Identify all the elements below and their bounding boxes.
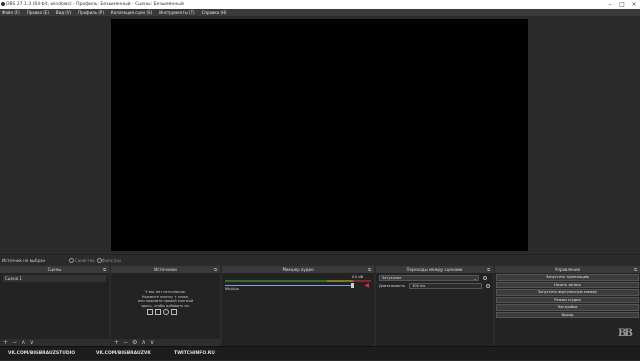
menu-help[interactable]: Справка (H): [202, 9, 227, 16]
undock-icon[interactable]: ⧉: [103, 266, 106, 273]
transitions-dock: Переходы между сценами ⧉ Затухание ⌄ Длите…: [376, 266, 493, 346]
undock-icon[interactable]: ⧉: [487, 266, 490, 273]
sources-title: Источники: [154, 267, 177, 272]
status-link: VK.COM/BIGBRAUZVK: [96, 351, 151, 356]
menu-view[interactable]: Вид (V): [56, 9, 71, 16]
list-item[interactable]: Сцена 1: [3, 275, 106, 282]
volume-meter: [225, 280, 371, 282]
status-bar: VK.COM/BIGBRAUZSTUDIO VK.COM/BIGBRAUZVK …: [0, 346, 640, 360]
down-icon[interactable]: ∨: [150, 339, 154, 346]
source-type-icons: [147, 309, 177, 315]
scenes-footer: + − ∧ ∨: [0, 339, 109, 346]
menu-scene-collection[interactable]: Коллекция сцен (S): [111, 9, 152, 16]
remove-icon[interactable]: −: [123, 339, 128, 346]
sources-footer: + − ⚙ ∧ ∨: [111, 339, 220, 346]
undock-icon[interactable]: ⧉: [634, 266, 637, 273]
down-icon[interactable]: ∨: [29, 339, 33, 346]
exit-button[interactable]: Выход: [496, 311, 639, 318]
channel-name: Mic/Aux: [225, 287, 239, 291]
up-icon[interactable]: ∧: [141, 339, 145, 346]
duration-input[interactable]: 300 ms: [409, 283, 482, 289]
menu-tools[interactable]: Инструменты (T): [159, 9, 194, 16]
volume-slider-thumb[interactable]: [351, 283, 354, 288]
up-icon[interactable]: ∧: [21, 339, 25, 346]
scenes-dock: Сцены ⧉ Сцена 1 + − ∧ ∨: [0, 266, 109, 346]
obs-icon: [1, 2, 5, 6]
undock-icon[interactable]: ⧉: [368, 266, 371, 273]
menu-file[interactable]: Файл (F): [2, 9, 20, 16]
duration-label: Длительность: [379, 284, 406, 288]
gear-icon[interactable]: ⚙: [132, 339, 137, 346]
minimize-icon[interactable]: –: [604, 0, 616, 9]
remove-icon[interactable]: −: [12, 339, 17, 346]
bb-logo: BB: [618, 328, 633, 339]
title-bar: OBS 27.1.3 (64-bit, windows) - Профиль: …: [0, 0, 640, 9]
undock-icon[interactable]: ⧉: [214, 266, 217, 273]
transitions-title: Переходы между сценами: [406, 267, 463, 272]
menu-profile[interactable]: Профиль (P): [78, 9, 104, 16]
image-icon: [147, 309, 153, 315]
gear-icon[interactable]: [486, 284, 490, 288]
mixer-dock: Микшер аудио ⧉ Mic/Aux 0.0 dB ◀: [222, 266, 374, 346]
chevron-down-icon: ⌄: [473, 276, 477, 281]
filters-button[interactable]: Фильтры: [102, 255, 121, 266]
channel-db: 0.0 dB: [351, 275, 363, 279]
source-toolbar: Источник не выбран Свойства Фильтры: [0, 254, 640, 265]
no-source-label: Источник не выбран: [2, 258, 46, 263]
gear-icon: [69, 258, 74, 263]
start-streaming-button[interactable]: Запустить трансляцию: [496, 274, 639, 281]
add-transition-icon[interactable]: [483, 276, 487, 280]
mixer-title: Микшер аудио: [282, 267, 314, 272]
properties-button[interactable]: Свойства: [75, 255, 95, 266]
add-icon[interactable]: +: [3, 339, 8, 346]
scenes-title: Сцены: [47, 267, 62, 272]
settings-button[interactable]: Настройки: [496, 304, 639, 311]
preview-canvas[interactable]: [111, 19, 528, 251]
monitor-icon: [155, 309, 161, 315]
maximize-icon[interactable]: □: [616, 0, 628, 9]
scene-list[interactable]: Сцена 1: [0, 273, 109, 284]
window-title: OBS 27.1.3 (64-bit, windows) - Профиль: …: [6, 2, 184, 7]
sources-empty-text: У вас нет источников. Нажмите кнопку + н…: [137, 290, 194, 308]
controls-title: Управление: [554, 267, 581, 272]
menu-edit[interactable]: Правка (E): [27, 9, 49, 16]
volume-slider[interactable]: [225, 285, 353, 286]
mixer-channel: Mic/Aux 0.0 dB ◀: [225, 275, 371, 291]
close-icon[interactable]: ×: [628, 0, 640, 9]
start-virtual-camera-button[interactable]: Запустить виртуальную камеру: [496, 289, 639, 296]
studio-mode-button[interactable]: Режим студии: [496, 296, 639, 303]
mute-icon[interactable]: ◀: [364, 282, 369, 289]
start-recording-button[interactable]: Начать запись: [496, 281, 639, 288]
camera-icon: [171, 309, 177, 315]
sources-dock: Источники ⧉ У вас нет источников. Нажмите…: [111, 266, 220, 346]
status-link: TWITCHINFO.RU: [174, 351, 215, 356]
menu-bar: Файл (F) Правка (E) Вид (V) Профиль (P) …: [0, 9, 640, 16]
transition-select[interactable]: Затухание ⌄: [379, 275, 479, 281]
status-link: VK.COM/BIGBRAUZSTUDIO: [8, 351, 76, 356]
add-icon[interactable]: +: [114, 339, 119, 346]
globe-icon: [163, 309, 169, 315]
